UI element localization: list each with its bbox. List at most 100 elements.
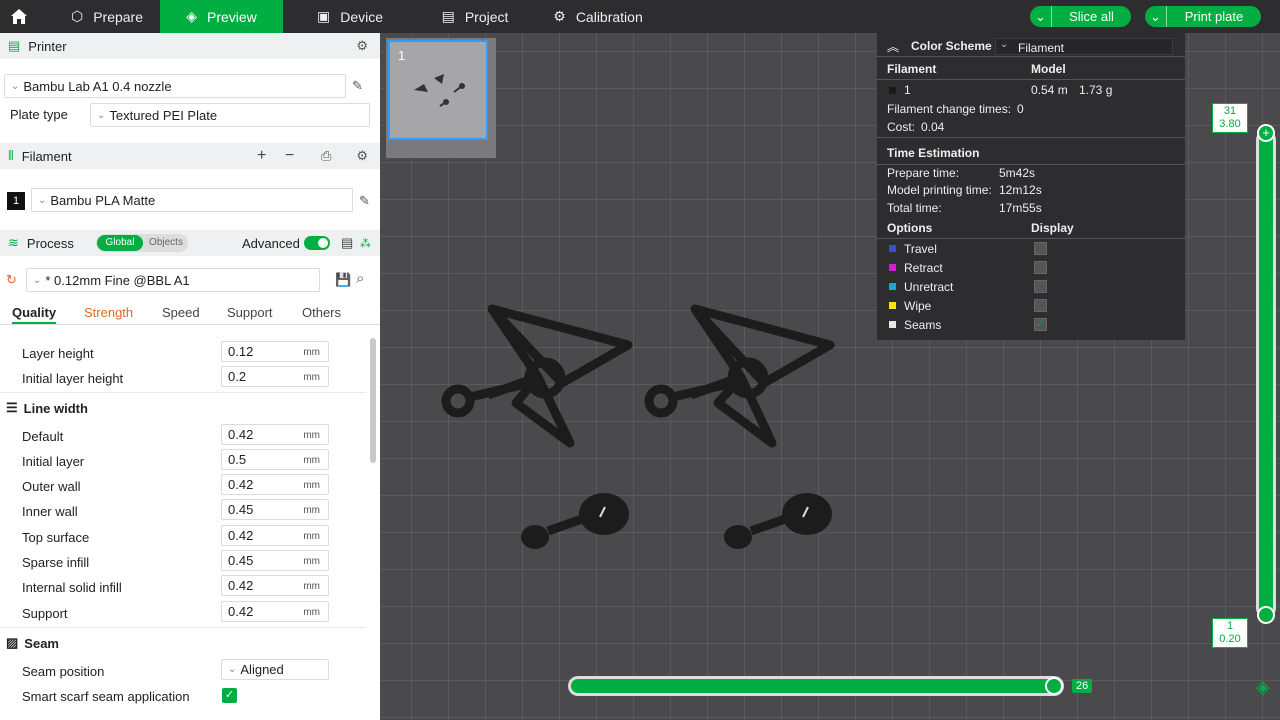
move-slider-handle[interactable] bbox=[1045, 677, 1063, 695]
line-width-default-input[interactable]: 0.42 mm bbox=[221, 424, 329, 445]
color-scheme-select[interactable]: ⌄ Filament bbox=[995, 38, 1173, 55]
plate-type-select[interactable]: ⌄ Textured PEI Plate bbox=[90, 103, 370, 127]
legend-header: ︽ Color Scheme ⌄ Filament bbox=[877, 33, 1185, 57]
line-width-inner-wall-input[interactable]: 0.45 mm bbox=[221, 499, 329, 520]
options-header: Options Display bbox=[877, 217, 1185, 239]
move-slider[interactable] bbox=[568, 676, 1064, 696]
gcode-legend: ︽ Color Scheme ⌄ Filament Filament Model… bbox=[877, 33, 1185, 340]
tab-prepare[interactable]: ⬡ Prepare bbox=[54, 0, 160, 33]
plate-thumbnail[interactable]: 1 bbox=[386, 38, 496, 158]
seam-icon: ▨ bbox=[6, 635, 19, 650]
seams-display-checkbox[interactable]: ✓ bbox=[1034, 318, 1047, 331]
line-width-sparse-infill-input[interactable]: 0.45 mm bbox=[221, 550, 329, 571]
unretract-display-checkbox[interactable] bbox=[1034, 280, 1047, 293]
scrollbar[interactable] bbox=[370, 338, 376, 463]
process-section-header: ≋ Process Global Objects Advanced ▤ ⁂ bbox=[0, 230, 380, 256]
add-icon[interactable]: + bbox=[257, 147, 266, 165]
initial-layer-height-label: Initial layer height bbox=[22, 371, 124, 386]
print-plate-button[interactable]: ⌄ Print plate bbox=[1145, 6, 1261, 27]
smart-scarf-checkbox[interactable]: ✓ bbox=[222, 688, 237, 703]
wipe-swatch bbox=[889, 302, 896, 309]
layer-height-input[interactable]: 0.12 mm bbox=[221, 341, 329, 362]
layer-range-slider[interactable] bbox=[1256, 130, 1276, 618]
gear-icon[interactable]: ⚙ bbox=[356, 148, 368, 164]
advanced-toggle[interactable] bbox=[304, 236, 330, 250]
tab-support[interactable]: Support bbox=[227, 305, 273, 320]
layers-icon: ◈ bbox=[186, 8, 197, 24]
objects-option[interactable]: Objects bbox=[144, 235, 188, 251]
remove-icon[interactable]: − bbox=[285, 147, 294, 165]
tab-strength[interactable]: Strength bbox=[84, 305, 133, 320]
tab-speed[interactable]: Speed bbox=[162, 305, 200, 320]
device-icon: ▣ bbox=[316, 8, 331, 24]
tab-preview[interactable]: ◈ Preview bbox=[160, 0, 283, 33]
layer-height-label: Layer height bbox=[22, 346, 94, 361]
line-width-internal-solid-infill-input[interactable]: 0.42 mm bbox=[221, 575, 329, 596]
plate-number: 1 bbox=[398, 48, 406, 63]
seam-group-title: ▨ Seam bbox=[6, 635, 59, 651]
plate-objects-thumb bbox=[414, 74, 465, 107]
settings-tree-icon[interactable]: ⁂ bbox=[360, 237, 371, 250]
global-option[interactable]: Global bbox=[97, 235, 143, 251]
bottom-layer-handle[interactable] bbox=[1257, 606, 1275, 624]
chevron-down-icon[interactable]: ⌄ bbox=[1145, 6, 1167, 27]
printer-icon: ▤ bbox=[8, 38, 21, 53]
chevron-down-icon: ⌄ bbox=[97, 109, 106, 121]
seam-position-select[interactable]: ⌄ Aligned bbox=[221, 659, 329, 680]
line-width-internal-solid-infill-label: Internal solid infill bbox=[22, 580, 122, 595]
filament-slot-badge[interactable]: 1 bbox=[7, 192, 25, 210]
model-dial-1 bbox=[521, 493, 629, 549]
travel-swatch bbox=[889, 245, 896, 252]
slice-all-button[interactable]: ⌄ Slice all bbox=[1030, 6, 1131, 27]
reset-icon[interactable]: ↻ bbox=[6, 272, 17, 288]
chevron-down-icon: ⌄ bbox=[11, 80, 20, 92]
line-width-sparse-infill-label: Sparse infill bbox=[22, 555, 90, 570]
line-width-top-surface-label: Top surface bbox=[22, 530, 90, 545]
filament-sync-icon[interactable]: ⎙ bbox=[321, 148, 331, 164]
time-estimation-header: Time Estimation bbox=[877, 143, 1185, 165]
chevron-down-icon: ⌄ bbox=[33, 274, 42, 286]
cube-icon: ⬡ bbox=[70, 8, 84, 24]
model-star-1 bbox=[441, 304, 633, 448]
wipe-display-checkbox[interactable] bbox=[1034, 299, 1047, 312]
advanced-label: Advanced bbox=[242, 235, 300, 251]
filament-select[interactable]: ⌄ Bambu PLA Matte bbox=[31, 188, 353, 212]
initial-layer-height-input[interactable]: 0.2 mm bbox=[221, 366, 329, 387]
compare-icon[interactable]: ▤ bbox=[341, 235, 353, 251]
tab-calibration[interactable]: ⚙ Calibration bbox=[538, 0, 658, 33]
collapse-icon[interactable]: ︽ bbox=[887, 38, 899, 55]
tab-quality[interactable]: Quality bbox=[12, 305, 57, 324]
filament-section-header: ⦀ Filament + − ⎙ ⚙ bbox=[0, 143, 380, 169]
seams-swatch bbox=[889, 321, 896, 328]
top-layer-handle[interactable]: + bbox=[1257, 124, 1275, 142]
line-width-top-surface-input[interactable]: 0.42 mm bbox=[221, 525, 329, 546]
tab-others[interactable]: Others bbox=[302, 305, 341, 320]
retract-display-checkbox[interactable] bbox=[1034, 261, 1047, 274]
line-width-inner-wall-label: Inner wall bbox=[22, 504, 78, 519]
line-width-outer-wall-input[interactable]: 0.42 mm bbox=[221, 474, 329, 495]
printer-select[interactable]: ⌄ Bambu Lab A1 0.4 nozzle bbox=[4, 74, 346, 98]
divider bbox=[0, 392, 366, 393]
process-tabs: Quality Strength Speed Support Others bbox=[0, 299, 380, 325]
move-slider-value: 26 bbox=[1072, 679, 1093, 693]
chevron-down-icon[interactable]: ⌄ bbox=[1030, 6, 1052, 27]
process-profile-select[interactable]: ⌄ * 0.12mm Fine @BBL A1 bbox=[26, 268, 320, 292]
tab-device[interactable]: ▣ Device bbox=[300, 0, 400, 33]
home-icon bbox=[11, 9, 27, 24]
line-width-support-input[interactable]: 0.42 mm bbox=[221, 601, 329, 622]
global-objects-toggle[interactable]: Global Objects bbox=[96, 234, 188, 252]
color-scheme-label: Color Scheme bbox=[911, 39, 992, 53]
settings-panel: ▤ Printer ⚙ ⌄ Bambu Lab A1 0.4 nozzle ✎ … bbox=[0, 33, 380, 720]
edit-icon[interactable]: ✎ bbox=[359, 193, 370, 209]
save-icon[interactable]: 💾 bbox=[335, 272, 351, 288]
model-star-2 bbox=[644, 304, 835, 448]
layers-view-icon[interactable]: ◈ bbox=[1256, 677, 1270, 698]
edit-icon[interactable]: ✎ bbox=[352, 78, 363, 94]
tab-project[interactable]: ▤ Project bbox=[425, 0, 525, 33]
home-button[interactable] bbox=[0, 0, 38, 33]
gear-icon[interactable]: ⚙ bbox=[356, 38, 368, 54]
calibration-icon: ⚙ bbox=[553, 8, 566, 24]
search-icon[interactable]: ⌕ bbox=[356, 270, 364, 287]
line-width-initial-layer-input[interactable]: 0.5 mm bbox=[221, 449, 329, 470]
travel-display-checkbox[interactable] bbox=[1034, 242, 1047, 255]
